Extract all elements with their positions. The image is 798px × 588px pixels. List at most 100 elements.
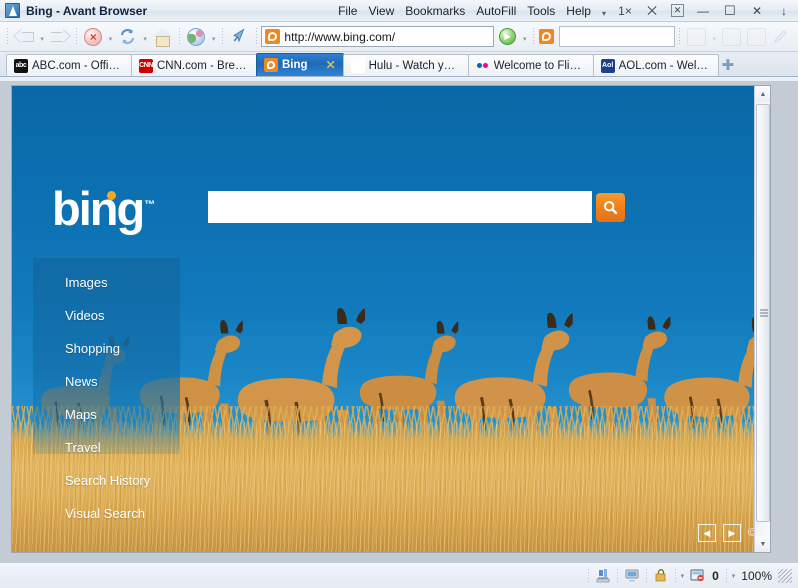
menu-help[interactable]: Help xyxy=(566,4,591,18)
sidebar-item-visual-search[interactable]: Visual Search xyxy=(33,497,183,530)
page-nav-list: Images Videos Shopping News Maps Travel … xyxy=(33,266,183,530)
sidebar-item-videos[interactable]: Videos xyxy=(33,299,183,332)
download-icon[interactable] xyxy=(594,567,612,584)
zoom-level[interactable]: 100% xyxy=(739,569,772,583)
stop-button[interactable]: × xyxy=(81,25,105,49)
status-bar: ▾ 0 ▾ 100% xyxy=(0,562,798,588)
save-page-button[interactable] xyxy=(719,25,743,49)
security-lock-icon[interactable] xyxy=(652,567,670,584)
menu-overflow-icon[interactable]: ▾ xyxy=(602,9,606,18)
tab-abc[interactable]: abc ABC.com - Officia... xyxy=(6,54,132,76)
sidebar-item-maps[interactable]: Maps xyxy=(33,398,183,431)
pointer-button[interactable] xyxy=(228,25,252,49)
history-globe-icon xyxy=(187,27,206,46)
magnifier-icon xyxy=(602,199,619,216)
page-search-input[interactable] xyxy=(208,191,592,223)
popup-blocker-caret-icon[interactable]: ▾ xyxy=(681,572,685,580)
menu-file[interactable]: File xyxy=(338,4,357,18)
close-tab-button[interactable]: 1× xyxy=(617,4,633,18)
toolbar-separator xyxy=(678,25,682,48)
tab-flickr[interactable]: Welcome to Flickr... xyxy=(467,54,594,76)
vertical-scrollbar[interactable]: ▲ ▼ xyxy=(754,86,770,552)
forward-button[interactable] xyxy=(47,25,71,49)
tab-label: ABC.com - Officia... xyxy=(32,59,124,72)
blocked-count: 0 xyxy=(712,568,719,583)
address-bar[interactable]: http://www.bing.com/ xyxy=(261,26,495,47)
tab-aol[interactable]: Aol AOL.com - Welco... xyxy=(592,54,719,76)
tab-bar: abc ABC.com - Officia... CNN CNN.com - B… xyxy=(0,52,798,77)
sidebar-item-search-history[interactable]: Search History xyxy=(33,464,183,497)
tab-cnn[interactable]: CNN CNN.com - Breaki... xyxy=(131,54,257,76)
toolbar-separator xyxy=(531,25,536,48)
search-input[interactable] xyxy=(558,26,676,47)
print-button[interactable] xyxy=(745,25,769,49)
status-separator xyxy=(644,567,648,584)
pencil-icon xyxy=(773,29,791,45)
tab-hulu[interactable]: h Hulu - Watch you... xyxy=(342,54,469,76)
prev-image-button[interactable]: ◀ xyxy=(697,524,716,542)
monitor-icon[interactable] xyxy=(623,567,641,584)
maximize-button[interactable]: ☐ xyxy=(722,3,738,18)
go-caret-icon[interactable]: ▾ xyxy=(521,26,529,48)
tab-close-icon[interactable]: ✕ xyxy=(326,58,336,72)
page-frame: bing™ Images Videos Shopping News Maps T… xyxy=(11,85,771,553)
minimize-button[interactable]: — xyxy=(695,4,711,18)
next-image-button[interactable]: ▶ xyxy=(722,524,741,542)
sidebar-item-news[interactable]: News xyxy=(33,365,183,398)
close-button[interactable]: ✕ xyxy=(749,4,765,18)
history-caret-icon[interactable]: ▾ xyxy=(209,26,217,48)
scroll-down-button[interactable]: ▼ xyxy=(755,536,770,552)
tab-bing[interactable]: Bing ✕ xyxy=(256,53,344,76)
menu-bookmarks[interactable]: Bookmarks xyxy=(405,4,465,18)
history-button[interactable] xyxy=(184,25,208,49)
page-search-button[interactable] xyxy=(596,192,625,222)
browser-viewport: bing™ Images Videos Shopping News Maps T… xyxy=(0,81,798,562)
close-window-boxed-button[interactable]: ✕ xyxy=(671,4,684,17)
search-engine-icon[interactable] xyxy=(538,29,554,44)
status-bar-right: ▾ 0 ▾ 100% xyxy=(586,567,798,584)
new-tab-button[interactable]: ✚ xyxy=(722,58,735,76)
status-separator xyxy=(586,567,590,584)
search-options-caret-icon[interactable]: ▾ xyxy=(710,26,718,48)
sidebar-item-images[interactable]: Images xyxy=(33,266,183,299)
sidebar-item-travel[interactable]: Travel xyxy=(33,431,183,464)
status-separator xyxy=(673,567,677,584)
status-separator xyxy=(724,567,728,584)
scroll-up-button[interactable]: ▲ xyxy=(755,86,770,102)
pointer-icon xyxy=(231,27,249,46)
stop-caret-icon[interactable]: ▾ xyxy=(106,26,114,48)
menu-view[interactable]: View xyxy=(368,4,394,18)
hulu-icon: h xyxy=(350,58,365,73)
back-history-caret-icon[interactable]: ▾ xyxy=(38,26,46,48)
logo-trademark: ™ xyxy=(144,199,156,212)
close-all-tabs-button[interactable]: ⨉ xyxy=(644,4,660,18)
resize-grip-icon[interactable] xyxy=(778,568,792,583)
back-button[interactable] xyxy=(13,25,37,49)
tab-label: CNN.com - Breaki... xyxy=(157,59,249,72)
search-options-button[interactable] xyxy=(685,25,709,49)
menu-tools[interactable]: Tools xyxy=(527,4,555,18)
bing-homepage: bing™ Images Videos Shopping News Maps T… xyxy=(12,86,770,552)
popup-blocker-icon[interactable] xyxy=(688,567,706,584)
stop-icon: × xyxy=(84,27,103,46)
address-bar-container: http://www.bing.com/ xyxy=(261,26,495,47)
edit-button[interactable] xyxy=(770,25,794,49)
back-arrow-icon xyxy=(14,29,35,44)
address-input[interactable]: http://www.bing.com/ xyxy=(284,30,395,44)
tab-label: Bing xyxy=(282,59,308,71)
go-button[interactable]: ▶ xyxy=(495,25,519,49)
minimize-to-tray-button[interactable]: ↓ xyxy=(776,4,792,18)
refresh-caret-icon[interactable]: ▾ xyxy=(141,26,149,48)
home-button[interactable] xyxy=(150,25,174,49)
scrollbar-thumb[interactable] xyxy=(756,104,770,522)
bing-logo[interactable]: bing™ xyxy=(52,185,155,232)
window-title: Bing - Avant Browser xyxy=(26,3,148,18)
toolbar-separator xyxy=(177,25,182,48)
refresh-button[interactable] xyxy=(116,25,140,49)
avant-browser-icon xyxy=(5,3,20,18)
sidebar-item-shopping[interactable]: Shopping xyxy=(33,332,183,365)
menu-autofill[interactable]: AutoFill xyxy=(476,4,516,18)
zoom-caret-icon[interactable]: ▾ xyxy=(732,572,736,580)
cnn-icon: CNN xyxy=(139,58,153,73)
menu-bar: File View Bookmarks AutoFill Tools Help … xyxy=(338,3,794,18)
